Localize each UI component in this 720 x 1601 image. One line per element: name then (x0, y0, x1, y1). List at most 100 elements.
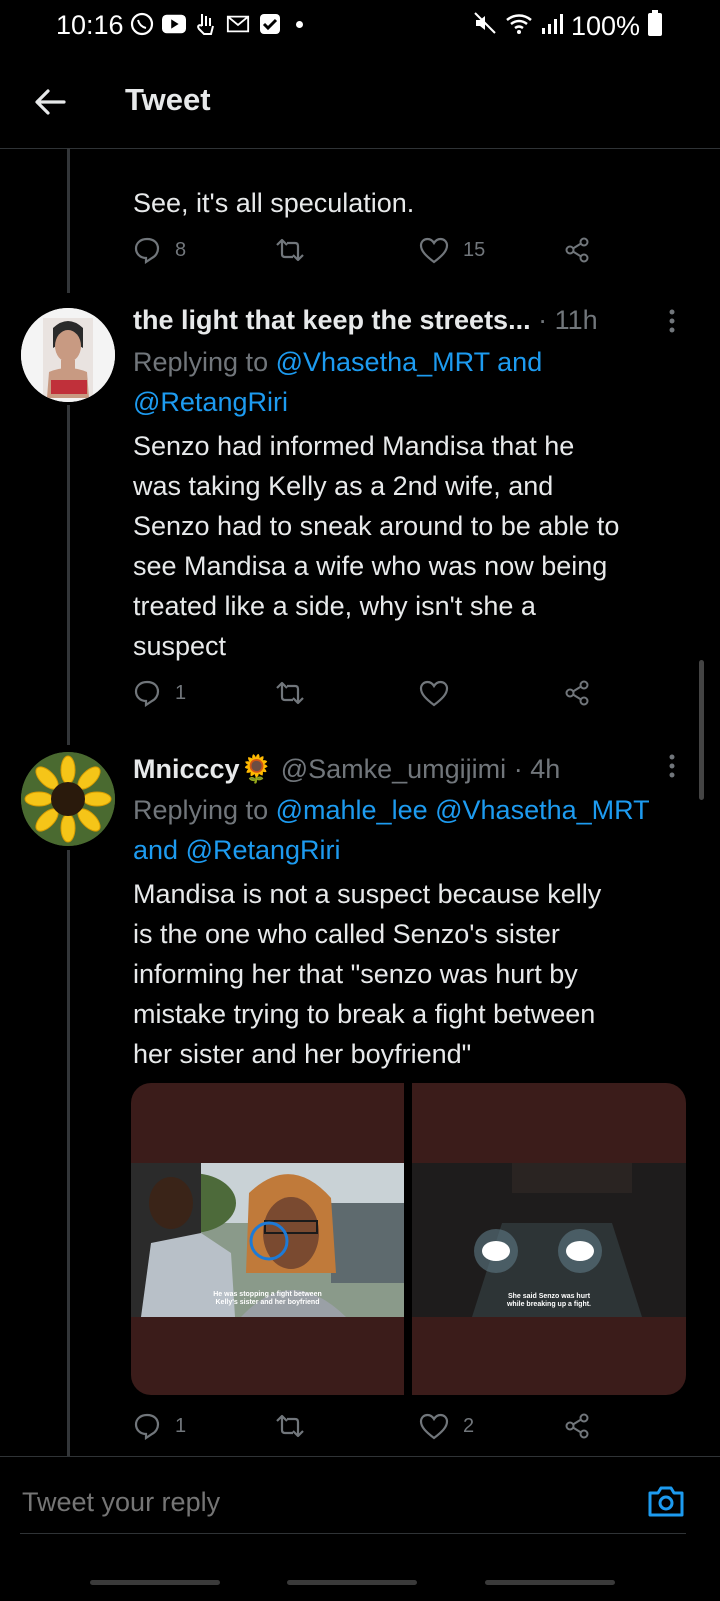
reply-icon (134, 680, 160, 707)
reply-icon (134, 1413, 160, 1440)
replying-join[interactable]: and (133, 835, 178, 865)
mention-link[interactable]: @RetangRiri (186, 835, 341, 865)
replying-prefix: Replying to (133, 347, 269, 377)
share-icon (565, 1413, 589, 1439)
separator: · (513, 754, 523, 784)
reply-count: 1 (175, 1414, 187, 1437)
tweet-text-line: suspect (133, 631, 227, 661)
thread-line (67, 405, 70, 745)
thread-line (67, 850, 70, 1456)
replying-join[interactable]: and (497, 347, 542, 377)
status-time: 10:16 (56, 10, 124, 40)
reply-input[interactable] (20, 1481, 624, 1523)
retweet-button[interactable] (273, 236, 321, 264)
author-handle[interactable]: @Samke_umgijimi (281, 754, 506, 784)
retweet-icon (276, 681, 304, 705)
mention-link[interactable]: @mahle_lee (276, 795, 428, 825)
like-count: 2 (463, 1414, 475, 1437)
nav-home-hint[interactable] (287, 1580, 417, 1585)
nav-recents-hint[interactable] (90, 1580, 220, 1585)
scrollbar[interactable] (699, 660, 704, 800)
subtitle-line: Kelly's sister and her boyfriend (215, 1299, 320, 1306)
share-button[interactable] (563, 679, 591, 707)
tweet-text-line: was taking Kelly as a 2nd wife, and (133, 471, 554, 501)
more-notifications-dot (296, 20, 303, 28)
reply-button[interactable]: 8 (133, 236, 186, 264)
heart-icon (419, 237, 449, 264)
camera-icon[interactable] (646, 1481, 686, 1521)
reply-count: 1 (175, 681, 187, 704)
battery-icon (648, 10, 662, 43)
mention-link[interactable]: @RetangRiri (133, 387, 288, 417)
tweet-text-line: Senzo had to sneak around to be able to (133, 511, 620, 541)
media-image[interactable]: He was stopping a fight between Kelly's … (131, 1083, 404, 1395)
like-button[interactable]: 15 (419, 236, 485, 264)
status-bar: 10:16 100% (0, 0, 720, 56)
mute-icon (473, 11, 497, 42)
battery-text: 100% (570, 11, 640, 41)
tweet-text: See, it's all speculation. (133, 188, 415, 218)
avatar[interactable] (21, 752, 115, 846)
tweet-text-line: treated like a side, why isn't she a (133, 591, 536, 621)
separator: · (538, 305, 548, 335)
reply-button[interactable]: 1 (133, 1412, 186, 1440)
subtitle-line: while breaking up a fight. (506, 1301, 591, 1308)
reply-icon (134, 237, 160, 264)
notification-icons (130, 12, 303, 36)
author-name[interactable]: the light that keep the streets... (133, 305, 531, 335)
share-button[interactable] (563, 236, 591, 264)
subtitle-caption: He was stopping a fight between Kelly's … (131, 1291, 404, 1307)
subtitle-line: He was stopping a fight between (213, 1291, 322, 1298)
share-icon (565, 237, 589, 263)
reply-divider (20, 1533, 686, 1534)
retweet-button[interactable] (273, 1412, 321, 1440)
signal-icon (541, 11, 563, 42)
reply-count: 8 (175, 238, 187, 261)
tweet-text-line: Senzo had informed Mandisa that he (133, 431, 575, 461)
whatsapp-icon (130, 12, 154, 36)
tweet-actions: 8 15 (133, 236, 603, 272)
reply-button[interactable]: 1 (133, 679, 186, 707)
thread-line (67, 148, 70, 293)
tweet-text-line: informing her that "senzo was hurt by (133, 959, 578, 989)
media-image[interactable]: She said Senzo was hurt while breaking u… (412, 1083, 686, 1395)
tweet-text-line: mistake trying to break a fight between (133, 999, 596, 1029)
nav-back-hint[interactable] (485, 1580, 615, 1585)
mention-link[interactable]: @Vhasetha_MRT (276, 347, 490, 377)
back-arrow-icon[interactable] (30, 82, 70, 122)
more-options-icon[interactable] (666, 752, 678, 782)
mention-link[interactable]: @Vhasetha_MRT (435, 795, 650, 825)
tweet-actions: 1 (133, 679, 603, 715)
retweet-button[interactable] (273, 679, 321, 707)
wifi-icon (505, 11, 533, 42)
like-button[interactable]: 2 (419, 1412, 474, 1440)
hand-icon (194, 12, 218, 36)
media-grid: He was stopping a fight between Kelly's … (131, 1083, 686, 1395)
share-button[interactable] (563, 1412, 591, 1440)
avatar[interactable] (21, 308, 115, 402)
more-options-icon[interactable] (666, 307, 678, 337)
replying-to: Replying to @Vhasetha_MRT and @RetangRir… (133, 342, 693, 422)
retweet-icon (276, 1414, 304, 1438)
tweet-text-line: Mandisa is not a suspect because kelly (133, 879, 602, 909)
tweet-text-line: is the one who called Senzo's sister (133, 919, 560, 949)
system-status: 100% (473, 10, 662, 43)
tweet-text: Senzo had informed Mandisa that he was t… (133, 426, 693, 666)
youtube-icon (162, 12, 186, 36)
tweet-text-line: see Mandisa a wife who was now being (133, 551, 608, 581)
top-app-bar: Tweet (0, 56, 720, 149)
timestamp[interactable]: 4h (530, 754, 560, 784)
author-emoji: 🌻 (239, 754, 274, 784)
share-icon (565, 680, 589, 706)
tweet-actions: 1 2 (133, 1412, 603, 1448)
heart-icon (419, 1413, 449, 1440)
timestamp[interactable]: 11h (555, 305, 598, 335)
like-count: 15 (463, 238, 486, 261)
tweet-text: Mandisa is not a suspect because kelly i… (133, 874, 693, 1074)
tweet-text-line: her sister and her boyfriend" (133, 1039, 472, 1069)
heart-icon (419, 680, 449, 707)
like-button[interactable] (419, 679, 463, 707)
author-name[interactable]: Mnicccy (133, 754, 240, 784)
subtitle-caption: She said Senzo was hurt while breaking u… (412, 1293, 686, 1309)
tweet-header: the light that keep the streets... · 11h (133, 300, 598, 340)
